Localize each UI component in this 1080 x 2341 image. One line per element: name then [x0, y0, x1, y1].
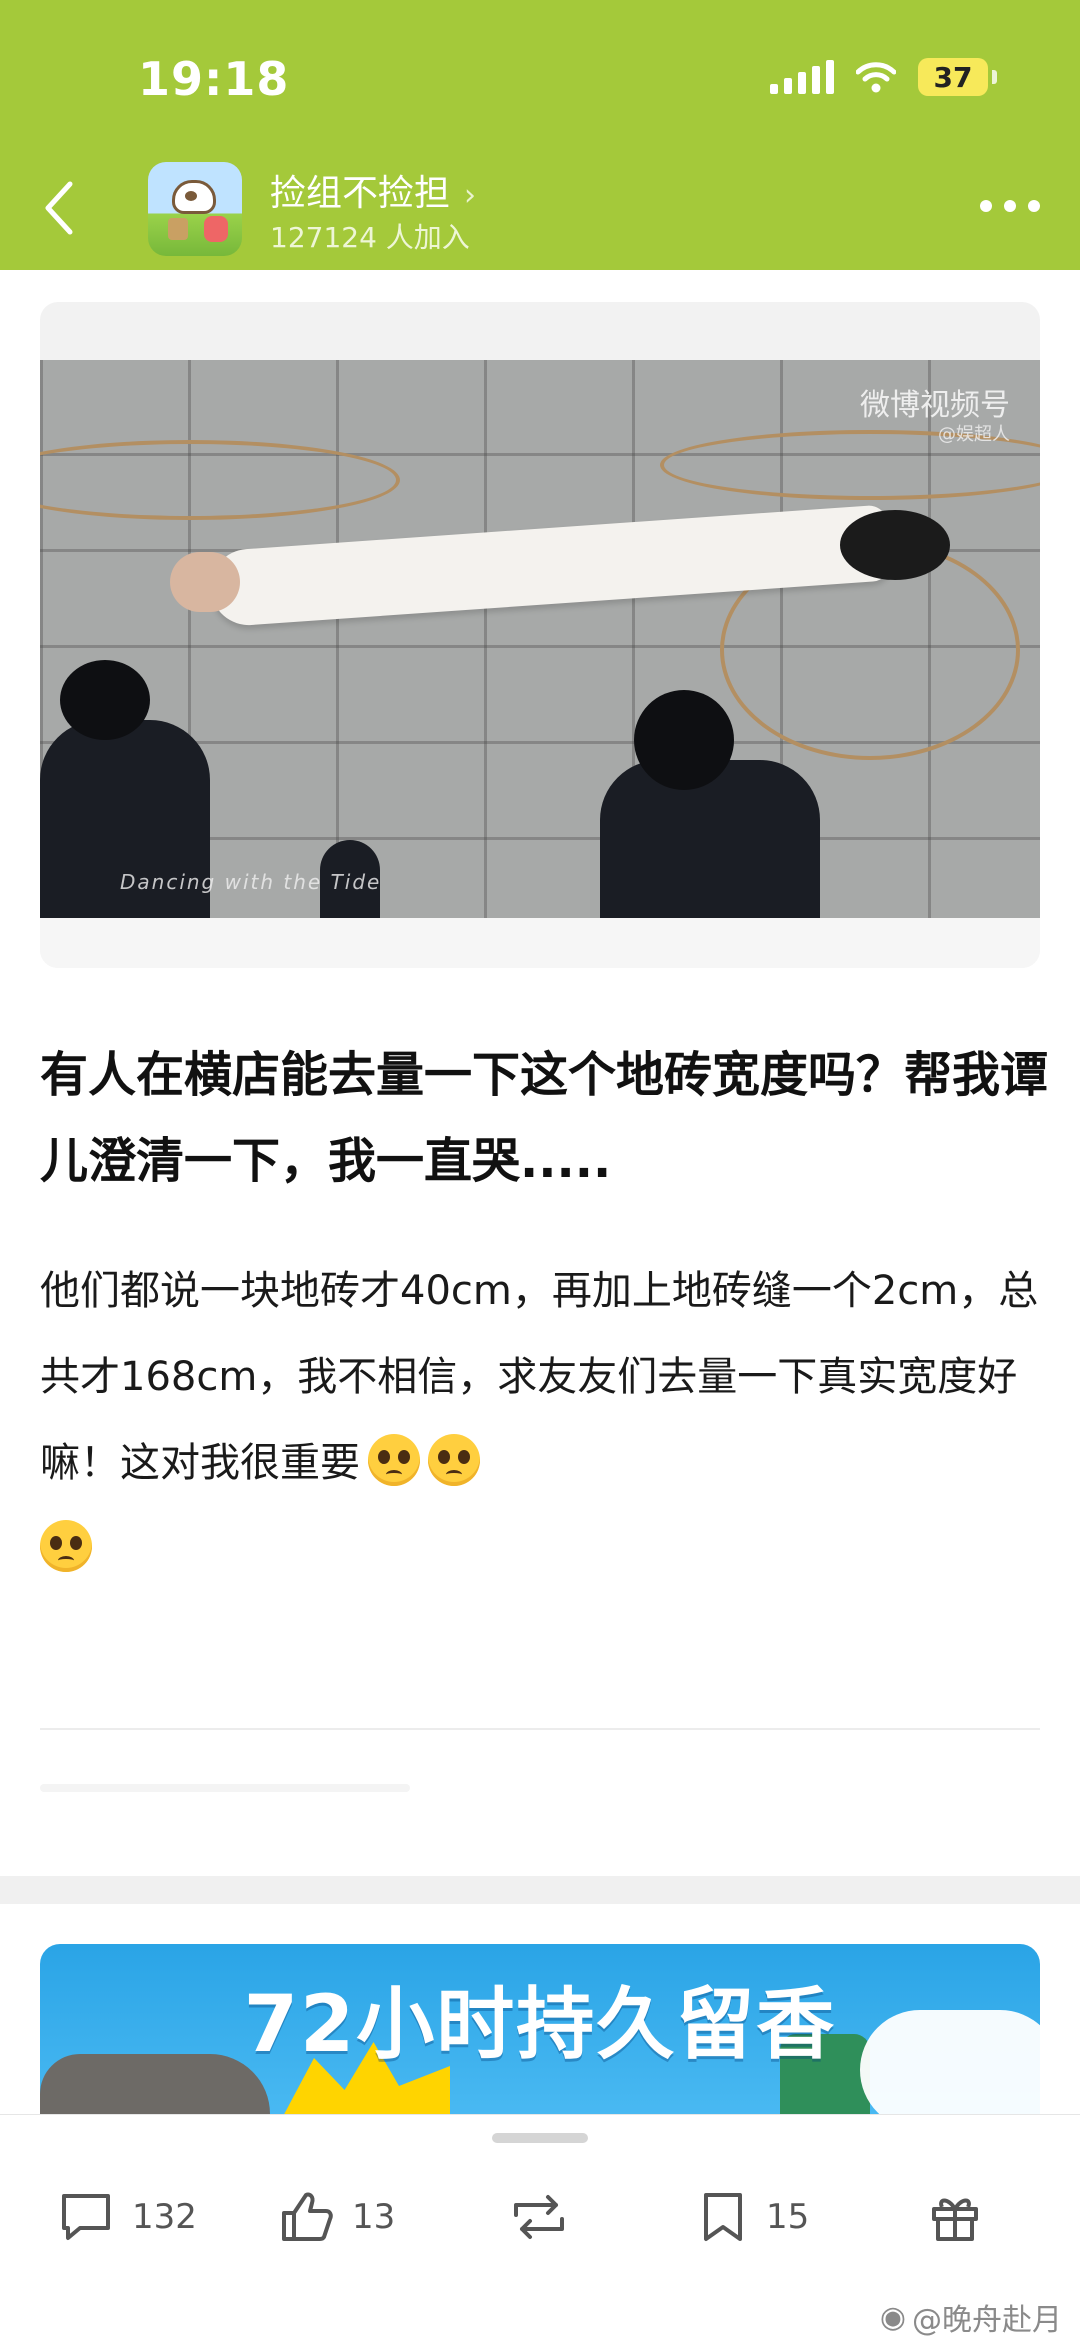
media-footer — [40, 918, 1040, 968]
comment-bubble-icon — [62, 2194, 110, 2240]
status-icons: 37 — [770, 58, 997, 96]
like-button[interactable]: 13 — [278, 2185, 395, 2249]
favorite-button[interactable]: 15 — [698, 2185, 809, 2249]
photo-caption-watermark: Dancing with the Tide — [120, 870, 382, 894]
group-name: 捡组不捡担 — [270, 173, 451, 214]
pleading-face-emoji — [428, 1434, 480, 1486]
comment-button[interactable]: 132 — [58, 2185, 197, 2249]
placeholder-line — [40, 1784, 410, 1792]
post-body-text: 他们都说一块地砖才40cm，再加上地砖缝一个2cm，总共才168cm，我不相信，… — [40, 1268, 1039, 1486]
bookmark-icon — [704, 2193, 742, 2241]
footer-watermark-handle: @晚舟赴月 — [912, 2303, 1062, 2338]
gift-icon — [932, 2198, 978, 2241]
post-media[interactable]: 微博视频号 @娱超人 Dancing with the Tide — [40, 302, 1040, 968]
group-member-count: 127124 人加入 — [270, 221, 470, 254]
section-separator — [0, 1876, 1080, 1904]
more-dots-icon — [980, 200, 992, 212]
status-time: 19:18 — [138, 52, 290, 106]
group-name-link[interactable]: 捡组不捡担 › — [270, 164, 476, 216]
chevron-left-icon — [45, 181, 73, 235]
ad-banner[interactable]: 72小时持久留香 — [40, 1944, 1040, 2114]
repost-icon — [514, 2195, 564, 2239]
like-count: 13 — [352, 2197, 396, 2237]
group-avatar[interactable] — [148, 162, 242, 256]
cellular-signal-icon — [770, 60, 834, 94]
weibo-logo-icon: ◉ — [879, 2299, 906, 2335]
pleading-face-emoji — [40, 1520, 92, 1572]
weibo-video-watermark: 微博视频号 — [860, 388, 1010, 423]
watermark-handle: @娱超人 — [938, 424, 1010, 445]
chevron-right-icon: › — [464, 178, 477, 213]
gift-button[interactable] — [928, 2185, 1000, 2249]
post-photo[interactable]: 微博视频号 @娱超人 Dancing with the Tide — [40, 360, 1040, 930]
repost-button[interactable] — [508, 2185, 588, 2249]
pleading-face-emoji — [368, 1434, 420, 1486]
post-body: 他们都说一块地砖才40cm，再加上地砖缝一个2cm，总共才168cm，我不相信，… — [40, 1248, 1050, 1592]
thumbs-up-icon — [282, 2192, 333, 2241]
more-button[interactable] — [980, 200, 1040, 212]
bottom-action-bar: 132 13 15 ◉ @晚舟赴月 — [0, 2114, 1080, 2341]
ad-headline: 72小时持久留香 — [243, 1980, 837, 2070]
divider — [40, 1728, 1040, 1730]
weibo-footer-watermark: ◉ @晚舟赴月 — [880, 2295, 1062, 2339]
wifi-icon — [856, 61, 896, 93]
group-header: 19:18 37 捡组不捡担 › 127124 人加入 — [0, 0, 1080, 270]
post-title: 有人在横店能去量一下这个地砖宽度吗？帮我谭儿澄清一下，我一直哭..... — [40, 1047, 1049, 1189]
favorite-count: 15 — [766, 2197, 810, 2237]
comment-count: 132 — [132, 2197, 197, 2237]
back-button[interactable] — [40, 178, 80, 238]
battery-icon: 37 — [918, 58, 997, 96]
drag-handle[interactable] — [492, 2133, 588, 2143]
